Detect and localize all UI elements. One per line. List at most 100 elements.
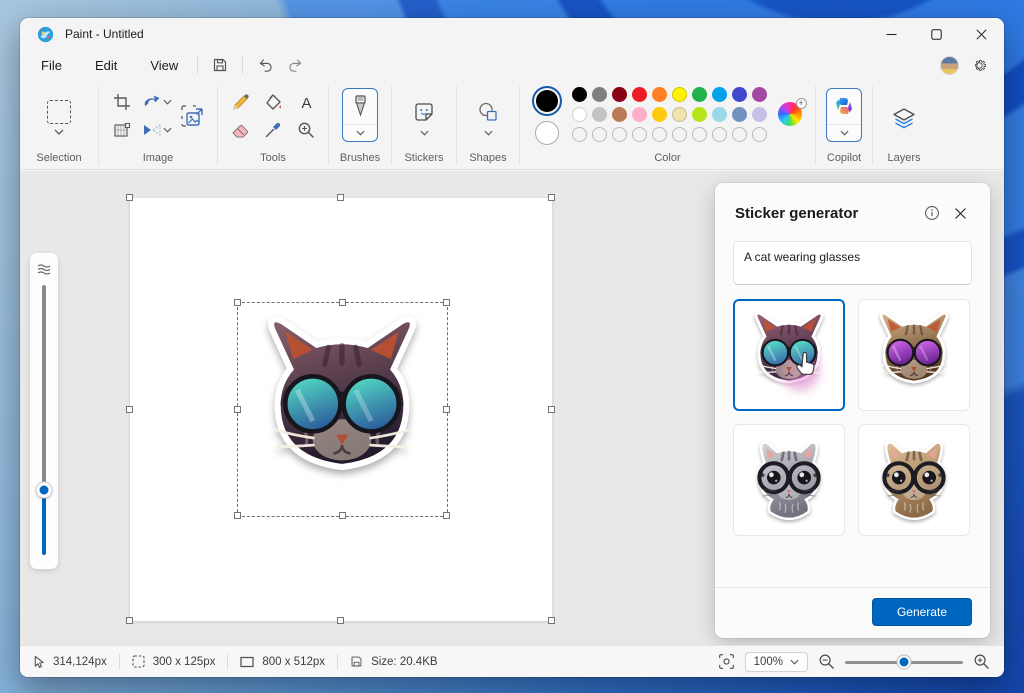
empty-color-slot[interactable] — [611, 127, 627, 142]
background-color-swatch[interactable] — [534, 120, 559, 145]
resize-image-icon[interactable] — [181, 105, 205, 127]
canvas-resize-handle[interactable] — [337, 194, 344, 201]
empty-color-slot[interactable] — [731, 127, 747, 142]
selection-resize-handle[interactable] — [234, 405, 241, 413]
canvas-resize-handle[interactable] — [548, 617, 555, 624]
selection-resize-handle[interactable] — [443, 299, 450, 306]
empty-color-slot[interactable] — [591, 127, 607, 142]
color-swatch[interactable] — [731, 107, 747, 122]
minimize-button[interactable] — [869, 18, 914, 50]
maximize-button[interactable] — [914, 18, 959, 50]
color-swatch[interactable] — [691, 107, 707, 122]
selection-tool-button[interactable] — [47, 99, 71, 135]
selection-resize-handle[interactable] — [443, 405, 450, 413]
color-swatch[interactable] — [711, 107, 727, 122]
color-swatch[interactable] — [651, 87, 667, 102]
zoom-in-icon[interactable] — [973, 653, 990, 670]
paint-window: Paint - Untitled File Edit View Selectio… — [20, 18, 1004, 677]
color-swatch[interactable] — [611, 107, 627, 122]
color-swatch[interactable] — [571, 107, 587, 122]
canvas-resize-handle[interactable] — [126, 617, 133, 624]
user-avatar[interactable] — [940, 55, 959, 75]
close-icon — [954, 207, 966, 219]
empty-color-slot[interactable] — [671, 127, 687, 142]
magnifier-tool-icon[interactable] — [297, 121, 315, 139]
menu-edit[interactable]: Edit — [83, 54, 129, 77]
sticker-result-cat-teal-sunglasses[interactable] — [733, 299, 845, 411]
sticker-result-gray-cat-black-glasses[interactable] — [733, 424, 845, 536]
canvas-resize-handle[interactable] — [548, 194, 555, 201]
fill-tool-icon[interactable] — [264, 93, 283, 112]
empty-color-slot[interactable] — [571, 127, 587, 142]
zoom-level-dropdown[interactable]: 100% — [744, 651, 808, 672]
prompt-input[interactable]: A cat wearing glasses — [733, 241, 972, 285]
stickers-button[interactable] — [413, 101, 435, 136]
generate-button[interactable]: Generate — [871, 598, 972, 626]
color-swatch[interactable] — [651, 107, 667, 122]
rotate-button[interactable] — [143, 94, 172, 110]
undo-button[interactable] — [250, 53, 280, 77]
empty-color-slot[interactable] — [691, 127, 707, 142]
canvas-sticker-image[interactable] — [239, 306, 445, 512]
close-button[interactable] — [959, 18, 1004, 50]
canvas-resize-handle[interactable] — [126, 405, 133, 413]
text-tool-icon[interactable]: A — [298, 94, 315, 111]
layers-button[interactable] — [891, 107, 917, 131]
menu-view[interactable]: View — [138, 54, 190, 77]
resize-skew-icon[interactable] — [113, 121, 131, 139]
color-swatch[interactable] — [751, 107, 767, 122]
eyedropper-tool-icon[interactable] — [264, 121, 282, 139]
color-swatch[interactable] — [711, 87, 727, 102]
empty-color-slot[interactable] — [631, 127, 647, 142]
edit-colors-button[interactable]: + — [777, 98, 807, 128]
sticker-result-cat-purple-aviators[interactable] — [858, 299, 970, 411]
selection-resize-handle[interactable] — [443, 512, 450, 519]
sticker-result-tabby-kitten-black-glasses[interactable] — [858, 424, 970, 536]
eraser-tool-icon[interactable] — [231, 122, 250, 139]
redo-button[interactable] — [280, 53, 310, 77]
color-swatch[interactable] — [631, 87, 647, 102]
canvas-resize-handle[interactable] — [337, 617, 344, 624]
color-swatch[interactable] — [731, 87, 747, 102]
selection-resize-handle[interactable] — [234, 299, 241, 306]
color-swatch[interactable] — [751, 87, 767, 102]
selection-marquee[interactable] — [234, 299, 450, 519]
crop-icon[interactable] — [113, 93, 131, 111]
group-label-copilot: Copilot — [826, 152, 862, 164]
color-swatch[interactable] — [611, 87, 627, 102]
ribbon-group-image: Image — [99, 80, 217, 169]
menu-file[interactable]: File — [29, 54, 74, 77]
save-button[interactable] — [205, 53, 235, 77]
selection-resize-handle[interactable] — [234, 512, 241, 519]
selection-resize-handle[interactable] — [338, 512, 346, 519]
drawing-canvas[interactable] — [126, 194, 555, 624]
settings-gear-icon[interactable] — [971, 57, 988, 74]
empty-color-slot[interactable] — [751, 127, 767, 142]
color-swatch[interactable] — [571, 87, 587, 102]
copilot-button[interactable] — [826, 87, 862, 142]
zoom-slider[interactable] — [845, 655, 963, 669]
canvas-resize-handle[interactable] — [126, 194, 133, 201]
zoom-out-icon[interactable] — [818, 653, 835, 670]
selection-resize-handle[interactable] — [338, 299, 346, 306]
color-swatch[interactable] — [671, 107, 687, 122]
brush-size-slider[interactable] — [35, 285, 53, 555]
color-swatch[interactable] — [591, 107, 607, 122]
foreground-color-swatch[interactable] — [531, 85, 562, 116]
fit-to-screen-icon[interactable] — [718, 653, 735, 670]
canvas-resize-handle[interactable] — [548, 405, 555, 413]
color-swatch[interactable] — [671, 87, 687, 102]
brush-size-slider-thumb[interactable] — [35, 481, 53, 499]
brushes-button[interactable] — [342, 87, 378, 142]
close-panel-button[interactable] — [946, 199, 974, 227]
empty-color-slot[interactable] — [651, 127, 667, 142]
pencil-tool-icon[interactable] — [231, 93, 250, 112]
info-button[interactable] — [918, 199, 946, 227]
shapes-button[interactable] — [477, 101, 499, 136]
color-swatch[interactable] — [631, 107, 647, 122]
flip-button[interactable] — [143, 123, 172, 137]
empty-color-slot[interactable] — [711, 127, 727, 142]
color-swatch[interactable] — [591, 87, 607, 102]
color-swatch[interactable] — [691, 87, 707, 102]
zoom-slider-thumb[interactable] — [897, 655, 911, 668]
